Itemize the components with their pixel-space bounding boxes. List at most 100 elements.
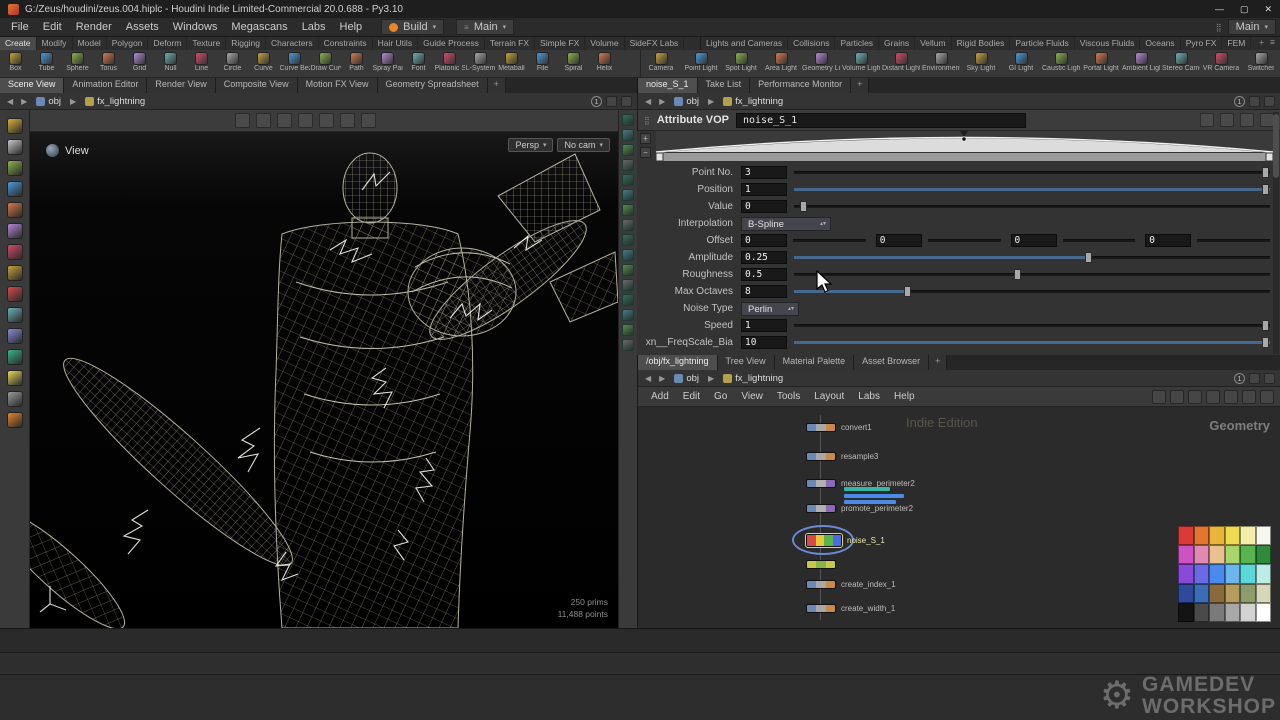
light-display-icon[interactable] xyxy=(622,219,634,231)
pane-tab-geometry-spreadsheet[interactable]: Geometry Spreadsheet xyxy=(378,78,488,93)
node-noise-s-1[interactable]: noise_S_1 xyxy=(806,534,885,547)
pin-icon[interactable] xyxy=(1249,373,1260,384)
shelf-tool-font[interactable]: Font xyxy=(403,50,434,77)
palette-swatch[interactable] xyxy=(1225,526,1241,545)
ramp-editor[interactable] xyxy=(656,131,1273,161)
network-menu-go[interactable]: Go xyxy=(707,389,734,404)
param-field-amplitude[interactable]: 0.25 xyxy=(741,251,787,264)
shelf-tool-tube[interactable]: Tube xyxy=(31,50,62,77)
slider-handle[interactable] xyxy=(1262,320,1269,331)
node-create-width-1[interactable]: create_width_1 xyxy=(806,604,895,613)
slider-handle[interactable] xyxy=(1262,184,1269,195)
group-tool-icon[interactable] xyxy=(7,328,23,344)
translate-tool-icon[interactable] xyxy=(7,160,23,176)
pane-link-badge[interactable]: 1 xyxy=(1234,96,1245,107)
shelf-tool-spot-light[interactable]: Spot Light xyxy=(721,50,761,77)
pin-icon[interactable] xyxy=(1249,96,1260,107)
slider-handle[interactable] xyxy=(1014,269,1021,280)
shelf-tool-spray-paint[interactable]: Spray Paint xyxy=(372,50,403,77)
pin-icon[interactable] xyxy=(1200,113,1214,127)
network-editor[interactable]: convert1resample3measure_perimeter2promo… xyxy=(637,407,1280,628)
shelf-tab-collisions[interactable]: Collisions xyxy=(788,37,835,50)
palette-swatch[interactable] xyxy=(1240,584,1256,603)
normals-display-icon[interactable] xyxy=(622,144,634,156)
shelf-tab-rigid-bodies[interactable]: Rigid Bodies xyxy=(952,37,1011,50)
handles-display-icon[interactable] xyxy=(622,264,634,276)
palette-swatch[interactable] xyxy=(1194,564,1210,583)
drag-grip-icon[interactable]: ⣿ xyxy=(644,116,650,125)
shelf-tool-box[interactable]: Box xyxy=(0,50,31,77)
param-field-value[interactable]: 0 xyxy=(741,200,787,213)
forward-icon[interactable]: ▶ xyxy=(657,97,667,106)
snap-toggle-icon[interactable] xyxy=(298,113,313,128)
shelf-tool-volume-light[interactable]: Volume Light xyxy=(841,50,881,77)
parameter-scrollbar[interactable] xyxy=(1273,112,1279,354)
shelf-tool-environment-light[interactable]: Environment Light xyxy=(921,50,961,77)
light-tool-icon[interactable] xyxy=(7,370,23,386)
param-field-offset-1[interactable]: 0 xyxy=(876,234,922,247)
pane-tab-motion-fx-view[interactable]: Motion FX View xyxy=(298,78,378,93)
param-slider-point-no[interactable] xyxy=(794,166,1270,179)
pane-link-badge[interactable]: 1 xyxy=(591,96,602,107)
shelf-tab-particle-fluids[interactable]: Particle Fluids xyxy=(1010,37,1074,50)
slider-handle[interactable] xyxy=(1085,252,1092,263)
shelf-tab-fem[interactable]: FEM xyxy=(1222,37,1251,50)
network-tab-obj-fx-lightning[interactable]: /obj/fx_lightning xyxy=(638,355,718,370)
node-chip[interactable]: fx_lightning xyxy=(82,96,148,107)
palette-swatch[interactable] xyxy=(1194,603,1210,622)
back-icon[interactable]: ◀ xyxy=(643,97,653,106)
palette-swatch[interactable] xyxy=(1178,526,1194,545)
camera-selector[interactable]: No cam ▾ xyxy=(557,138,610,152)
shelf-tool-line[interactable]: Line xyxy=(186,50,217,77)
shelf-tab-particles[interactable]: Particles xyxy=(835,37,879,50)
maximize-pane-icon[interactable] xyxy=(621,96,632,107)
menu-help[interactable]: Help xyxy=(333,19,370,35)
shelf-tab-lights-and-cameras[interactable]: Lights and Cameras xyxy=(701,37,788,50)
palette-swatch[interactable] xyxy=(1209,526,1225,545)
palette-swatch[interactable] xyxy=(1240,603,1256,622)
grid-snap-icon[interactable] xyxy=(319,113,334,128)
maximize-button[interactable]: ▢ xyxy=(1240,4,1249,15)
param-field-roughness[interactable]: 0.5 xyxy=(741,268,787,281)
pane-tab-take-list[interactable]: Take List xyxy=(698,78,751,93)
minimize-button[interactable]: — xyxy=(1215,4,1224,15)
menu-file[interactable]: File xyxy=(4,19,36,35)
node-unnamed[interactable] xyxy=(806,560,836,569)
param-field-speed[interactable]: 1 xyxy=(741,319,787,332)
shelf-tab-texture[interactable]: Texture xyxy=(187,37,226,50)
points-display-icon[interactable] xyxy=(622,159,634,171)
camera-tool-icon[interactable] xyxy=(7,391,23,407)
palette-swatch[interactable] xyxy=(1240,545,1256,564)
menu-windows[interactable]: Windows xyxy=(166,19,225,35)
add-shelf-icon[interactable]: + xyxy=(1259,37,1264,50)
param-slider-amplitude[interactable] xyxy=(794,251,1270,264)
palette-swatch[interactable] xyxy=(1178,545,1194,564)
shelf-tool-switcher[interactable]: Switcher xyxy=(1241,50,1280,77)
render-view-icon[interactable] xyxy=(361,113,376,128)
shelf-tool-geometry-light[interactable]: Geometry Light xyxy=(801,50,841,77)
add-pane-tab-icon[interactable]: + xyxy=(929,355,947,370)
shelf-tool-null[interactable]: Null xyxy=(155,50,186,77)
network-menu-labs[interactable]: Labs xyxy=(851,389,887,404)
shelf-tool-path[interactable]: Path xyxy=(341,50,372,77)
menu-edit[interactable]: Edit xyxy=(36,19,69,35)
onion-skin-icon[interactable] xyxy=(622,309,634,321)
lasso-select-icon[interactable] xyxy=(256,113,271,128)
shelf-tab-characters[interactable]: Characters xyxy=(266,37,319,50)
shelf-tool-torus[interactable]: Torus xyxy=(93,50,124,77)
palette-swatch[interactable] xyxy=(1209,584,1225,603)
param-field-offset-2[interactable]: 0 xyxy=(1011,234,1057,247)
shelf-tool-stereo-camera[interactable]: Stereo Camera xyxy=(1161,50,1201,77)
scale-tool-icon[interactable] xyxy=(7,202,23,218)
shelf-tool-circle[interactable]: Circle xyxy=(217,50,248,77)
network-menu-help[interactable]: Help xyxy=(887,389,922,404)
fog-display-icon[interactable] xyxy=(622,234,634,246)
shelf-tool-l-system[interactable]: L-System xyxy=(465,50,496,77)
maximize-pane-icon[interactable] xyxy=(1264,96,1275,107)
snap-display-icon[interactable] xyxy=(622,189,634,201)
pane-link-badge[interactable]: 1 xyxy=(1234,373,1245,384)
palette-swatch[interactable] xyxy=(1194,584,1210,603)
pin-icon[interactable] xyxy=(606,96,617,107)
shelf-tool-curve-bezier[interactable]: Curve Bezier xyxy=(279,50,310,77)
param-menu-interpolation[interactable]: B-Spline▴▾ xyxy=(741,217,831,231)
